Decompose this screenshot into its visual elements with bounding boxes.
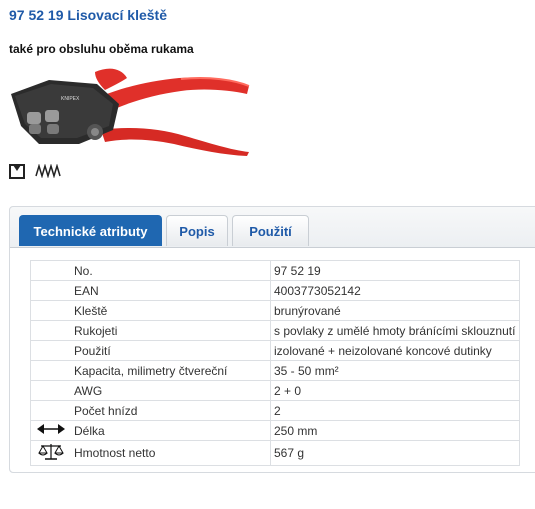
attributes-table: No. 97 52 19 EAN 4003773052142 Kleště br… <box>30 260 520 466</box>
scale-icon <box>38 443 64 460</box>
row-icon-cell <box>30 360 71 381</box>
table-row: Použití izolované + neizolované koncové … <box>30 340 520 361</box>
attribute-value: 4003773052142 <box>270 280 520 301</box>
tab-description[interactable]: Popis <box>166 215 228 246</box>
attribute-label: No. <box>71 260 271 281</box>
attribute-value: 97 52 19 <box>270 260 520 281</box>
table-row: EAN 4003773052142 <box>30 280 520 301</box>
tab-technical-attributes[interactable]: Technické atributy <box>19 215 162 246</box>
row-icon-cell <box>30 400 71 421</box>
attribute-label: Hmotnost netto <box>71 440 271 466</box>
product-details-panel: Technické atributy Popis Použití No. 97 … <box>9 206 535 473</box>
zigzag-icon <box>35 164 61 178</box>
attribute-label: Rukojeti <box>71 320 271 341</box>
row-icon-cell <box>30 340 71 361</box>
attribute-value: 567 g <box>270 440 520 466</box>
attribute-value: izolované + neizolované koncové dutinky <box>270 340 520 361</box>
attribute-label: Délka <box>71 420 271 441</box>
crimping-pliers-image: KNIPEX <box>11 68 250 156</box>
attribute-value: brunýrované <box>270 300 520 321</box>
table-row: No. 97 52 19 <box>30 260 520 281</box>
attribute-value: 2 + 0 <box>270 380 520 401</box>
attribute-label: AWG <box>71 380 271 401</box>
attribute-value: s povlaky z umělé hmoty bránícími sklouz… <box>270 320 520 341</box>
table-row: Délka 250 mm <box>30 420 520 441</box>
tab-content: No. 97 52 19 EAN 4003773052142 Kleště br… <box>10 248 535 472</box>
table-row: Počet hnízd 2 <box>30 400 520 421</box>
table-row: Kapacita, milimetry čtvereční 35 - 50 mm… <box>30 360 520 381</box>
feature-icons <box>9 163 61 179</box>
row-icon-cell <box>30 420 71 441</box>
table-row: AWG 2 + 0 <box>30 380 520 401</box>
row-icon-cell <box>30 260 71 281</box>
row-icon-cell <box>30 300 71 321</box>
table-row: Rukojeti s povlaky z umělé hmoty bránící… <box>30 320 520 341</box>
box-icon <box>9 164 25 179</box>
product-subtitle: také pro obsluhu oběma rukama <box>9 42 194 56</box>
length-arrow-icon <box>37 424 65 434</box>
table-row: Hmotnost netto 567 g <box>30 440 520 466</box>
attribute-value: 2 <box>270 400 520 421</box>
product-title: 97 52 19 Lisovací kleště <box>9 7 167 23</box>
row-icon-cell <box>30 280 71 301</box>
attribute-value: 35 - 50 mm² <box>270 360 520 381</box>
row-icon-cell <box>30 380 71 401</box>
attribute-label: Počet hnízd <box>71 400 271 421</box>
attribute-label: EAN <box>71 280 271 301</box>
attribute-label: Kapacita, milimetry čtvereční <box>71 360 271 381</box>
attribute-label: Kleště <box>71 300 271 321</box>
attribute-label: Použití <box>71 340 271 361</box>
row-icon-cell <box>30 320 71 341</box>
tab-usage[interactable]: Použití <box>232 215 309 246</box>
table-row: Kleště brunýrované <box>30 300 520 321</box>
tab-bar: Technické atributy Popis Použití <box>10 207 535 248</box>
attribute-value: 250 mm <box>270 420 520 441</box>
svg-text:KNIPEX: KNIPEX <box>61 96 80 102</box>
row-icon-cell <box>30 440 71 466</box>
